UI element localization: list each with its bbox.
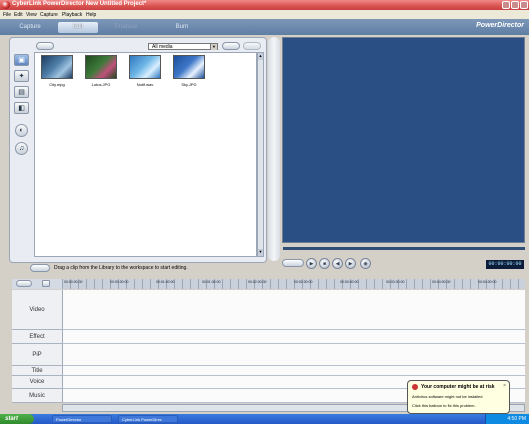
track-label-music: Music [12, 389, 62, 403]
start-button[interactable]: start [0, 414, 34, 424]
mode-bar: Capture Edit Produce Burn PowerDirector [0, 19, 529, 35]
ruler-tick: 00:04:00:00 [432, 280, 451, 284]
menu-bar: File Edit View Capture Playback Help [0, 10, 529, 19]
ruler-tick: 00:02:00:00 [248, 280, 267, 284]
close-button[interactable] [520, 1, 528, 9]
next-frame-button[interactable]: ▶ [345, 258, 356, 269]
pip-room-button[interactable]: ▤ [14, 86, 29, 98]
chevron-down-icon: ▼ [210, 44, 217, 50]
media-thumbnail [173, 55, 205, 79]
clock: 4:50 PM [507, 416, 526, 422]
menu-help[interactable]: Help [86, 12, 96, 18]
timeline-mode-button[interactable] [16, 280, 32, 287]
ruler-tick: 00:02:30:00 [294, 280, 313, 284]
menu-view[interactable]: View [26, 12, 37, 18]
playback-controls: ▶ ■ ◀ ▶ ◉ [282, 258, 382, 270]
timeline-ruler[interactable]: 00:00:00:00 00:00:30:00 00:01:00:00 00:0… [62, 279, 525, 289]
track-label-video: Video [12, 290, 62, 330]
title-room-button[interactable]: ◧ [14, 102, 29, 114]
menu-playback[interactable]: Playback [62, 12, 82, 18]
media-room-button[interactable]: ▣ [14, 54, 29, 66]
taskbar: start PowerDirector CyberLink PowerDirec… [0, 414, 529, 424]
taskbar-item[interactable]: CyberLink PowerDirec [118, 415, 178, 423]
ruler-tick: 00:00:00:00 [64, 280, 83, 284]
media-filter-value: All media [152, 44, 173, 50]
tab-produce[interactable]: Produce [106, 22, 146, 33]
audio-mix-button[interactable]: ♫ [15, 142, 28, 155]
tab-burn[interactable]: Burn [162, 22, 202, 33]
ruler-tick: 00:03:00:00 [340, 280, 359, 284]
ruler-tick: 00:03:30:00 [386, 280, 405, 284]
media-thumbnail [85, 55, 117, 79]
playback-slider[interactable] [283, 247, 525, 250]
track-label-pip: PiP [12, 344, 62, 366]
media-name: Lotus.JPG [91, 82, 111, 87]
scroll-down-icon[interactable]: ▼ [258, 249, 263, 256]
menu-capture[interactable]: Capture [40, 12, 58, 18]
library-item[interactable]: Notif.wav [127, 55, 163, 89]
security-balloon[interactable]: Your computer might be at risk × Antivir… [407, 380, 510, 414]
media-name: Sky.JPG [181, 82, 197, 87]
track-lane-effect[interactable] [62, 330, 525, 344]
balloon-message: Antivirus software might not be installe… [412, 394, 483, 399]
app-logo-icon [2, 1, 10, 9]
play-button[interactable]: ▶ [306, 258, 317, 269]
import-media-button[interactable] [36, 42, 54, 50]
hint-bar: Drag a clip from the Library to the work… [12, 263, 267, 273]
balloon-action: Click this balloon to fix this problem. [412, 403, 476, 408]
ruler-tick: 00:00:30:00 [110, 280, 129, 284]
track-label-effect: Effect [12, 330, 62, 344]
media-library: City.mpg Lotus.JPG Notif.wav Sky.JPG [34, 52, 257, 257]
library-item[interactable]: Sky.JPG [171, 55, 207, 89]
media-name: Notif.wav [136, 82, 154, 87]
scroll-up-icon[interactable]: ▲ [258, 53, 263, 60]
ruler-tick: 00:04:30:00 [478, 280, 497, 284]
track-lane-video[interactable] [62, 290, 525, 330]
menu-edit[interactable]: Edit [14, 12, 23, 18]
storyboard-button[interactable] [42, 280, 50, 287]
library-hint: Drag a clip from the Library to the work… [54, 265, 188, 271]
stop-button[interactable]: ■ [319, 258, 330, 269]
ruler-tick: 00:01:00:00 [156, 280, 175, 284]
media-thumbnail [129, 55, 161, 79]
library-item[interactable]: Lotus.JPG [83, 55, 119, 89]
brand-label: PowerDirector [476, 22, 524, 29]
voice-record-button[interactable]: ◐ [15, 124, 28, 137]
system-tray: 4:50 PM [485, 414, 529, 424]
track-label-title: Title [12, 366, 62, 376]
room-toolbar: ▣ ✦ ▤ ◧ ◐ ♫ [12, 52, 32, 192]
close-icon[interactable]: × [503, 383, 506, 389]
maximize-button[interactable] [511, 1, 519, 9]
balloon-title: Your computer might be at risk [421, 384, 495, 390]
track-lane-title[interactable] [62, 366, 525, 376]
library-menu-button[interactable] [243, 42, 261, 50]
taskbar-item[interactable]: PowerDirector [52, 415, 112, 423]
library-item[interactable]: City.mpg [39, 55, 75, 89]
mode-toggle-button[interactable] [282, 259, 304, 267]
ruler-tick: 00:01:30:00 [202, 280, 221, 284]
tab-capture[interactable]: Capture [10, 22, 50, 33]
library-scrollbar[interactable]: ▲ ▼ [257, 52, 264, 257]
shield-warning-icon [412, 384, 418, 390]
view-mode-button[interactable] [222, 42, 240, 50]
media-thumbnail [41, 55, 73, 79]
media-filter-select[interactable]: All media ▼ [148, 43, 218, 50]
window-title: CyberLink PowerDirector New Untitled Pro… [12, 1, 147, 7]
timecode-display: 00:00:00:00 [486, 260, 524, 269]
media-name: City.mpg [49, 82, 65, 87]
minimize-button[interactable] [502, 1, 510, 9]
add-to-timeline-button[interactable] [30, 264, 50, 272]
tab-edit[interactable]: Edit [58, 22, 98, 33]
title-bar: CyberLink PowerDirector New Untitled Pro… [0, 0, 529, 10]
track-label-voice: Voice [12, 376, 62, 389]
track-lane-pip[interactable] [62, 344, 525, 366]
previous-frame-button[interactable]: ◀ [332, 258, 343, 269]
volume-button[interactable]: ◉ [360, 258, 371, 269]
menu-file[interactable]: File [3, 12, 11, 18]
effect-room-button[interactable]: ✦ [14, 70, 29, 82]
preview-window [282, 37, 525, 243]
panel-divider[interactable] [268, 37, 280, 261]
